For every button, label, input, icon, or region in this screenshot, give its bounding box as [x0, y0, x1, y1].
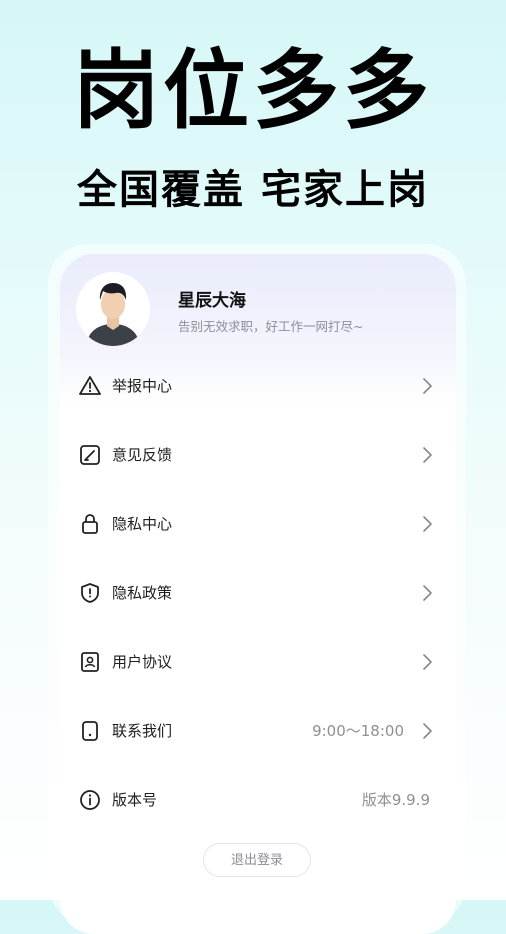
menu-label: 版本号	[112, 791, 158, 809]
menu-label: 意见反馈	[112, 446, 173, 464]
info-icon	[80, 790, 100, 810]
warning-icon	[79, 376, 101, 395]
logout-button[interactable]: 退出登录	[203, 843, 311, 877]
lock-icon	[82, 514, 98, 534]
menu-item-user-agreement[interactable]: 用户协议	[60, 628, 456, 697]
menu-item-feedback[interactable]: 意见反馈	[60, 421, 456, 490]
settings-menu: 举报中心 意见反馈 隐私中心 隐私政策 用户协议 联系我们 9:00～18:00…	[60, 352, 456, 835]
menu-label: 用户协议	[112, 653, 173, 671]
chevron-right-icon	[423, 654, 432, 670]
menu-label: 隐私政策	[112, 584, 173, 602]
menu-item-report[interactable]: 举报中心	[60, 352, 456, 421]
menu-item-contact[interactable]: 联系我们 9:00～18:00	[60, 697, 456, 766]
menu-label: 举报中心	[112, 377, 173, 395]
menu-item-version: 版本号 版本9.9.9	[60, 766, 456, 835]
menu-label: 联系我们	[112, 722, 173, 740]
hero-title: 岗位多多	[73, 41, 433, 141]
chevron-right-icon	[423, 447, 432, 463]
chevron-right-icon	[423, 723, 432, 739]
feedback-edit-icon	[80, 445, 100, 465]
menu-item-privacy-center[interactable]: 隐私中心	[60, 490, 456, 559]
phone-icon	[82, 721, 98, 741]
user-avatar-icon	[76, 272, 150, 346]
contact-hours: 9:00～18:00	[312, 722, 404, 740]
avatar[interactable]	[76, 272, 150, 346]
version-value: 版本9.9.9	[361, 791, 430, 809]
profile-name: 星辰大海	[178, 291, 246, 311]
chevron-right-icon	[423, 585, 432, 601]
chevron-right-icon	[423, 516, 432, 532]
menu-label: 隐私中心	[112, 515, 173, 533]
user-card-icon	[81, 652, 99, 672]
profile-card: 星辰大海 告别无效求职，好工作一网打尽~ 举报中心 意见反馈 隐私中心 隐私政策…	[60, 254, 456, 934]
hero-subtitle: 全国覆盖 宅家上岗	[77, 167, 429, 213]
chevron-right-icon	[423, 378, 432, 394]
profile-bio: 告别无效求职，好工作一网打尽~	[178, 319, 364, 334]
shield-icon	[81, 583, 99, 603]
profile-header[interactable]: 星辰大海 告别无效求职，好工作一网打尽~	[76, 272, 446, 348]
menu-item-privacy-policy[interactable]: 隐私政策	[60, 559, 456, 628]
